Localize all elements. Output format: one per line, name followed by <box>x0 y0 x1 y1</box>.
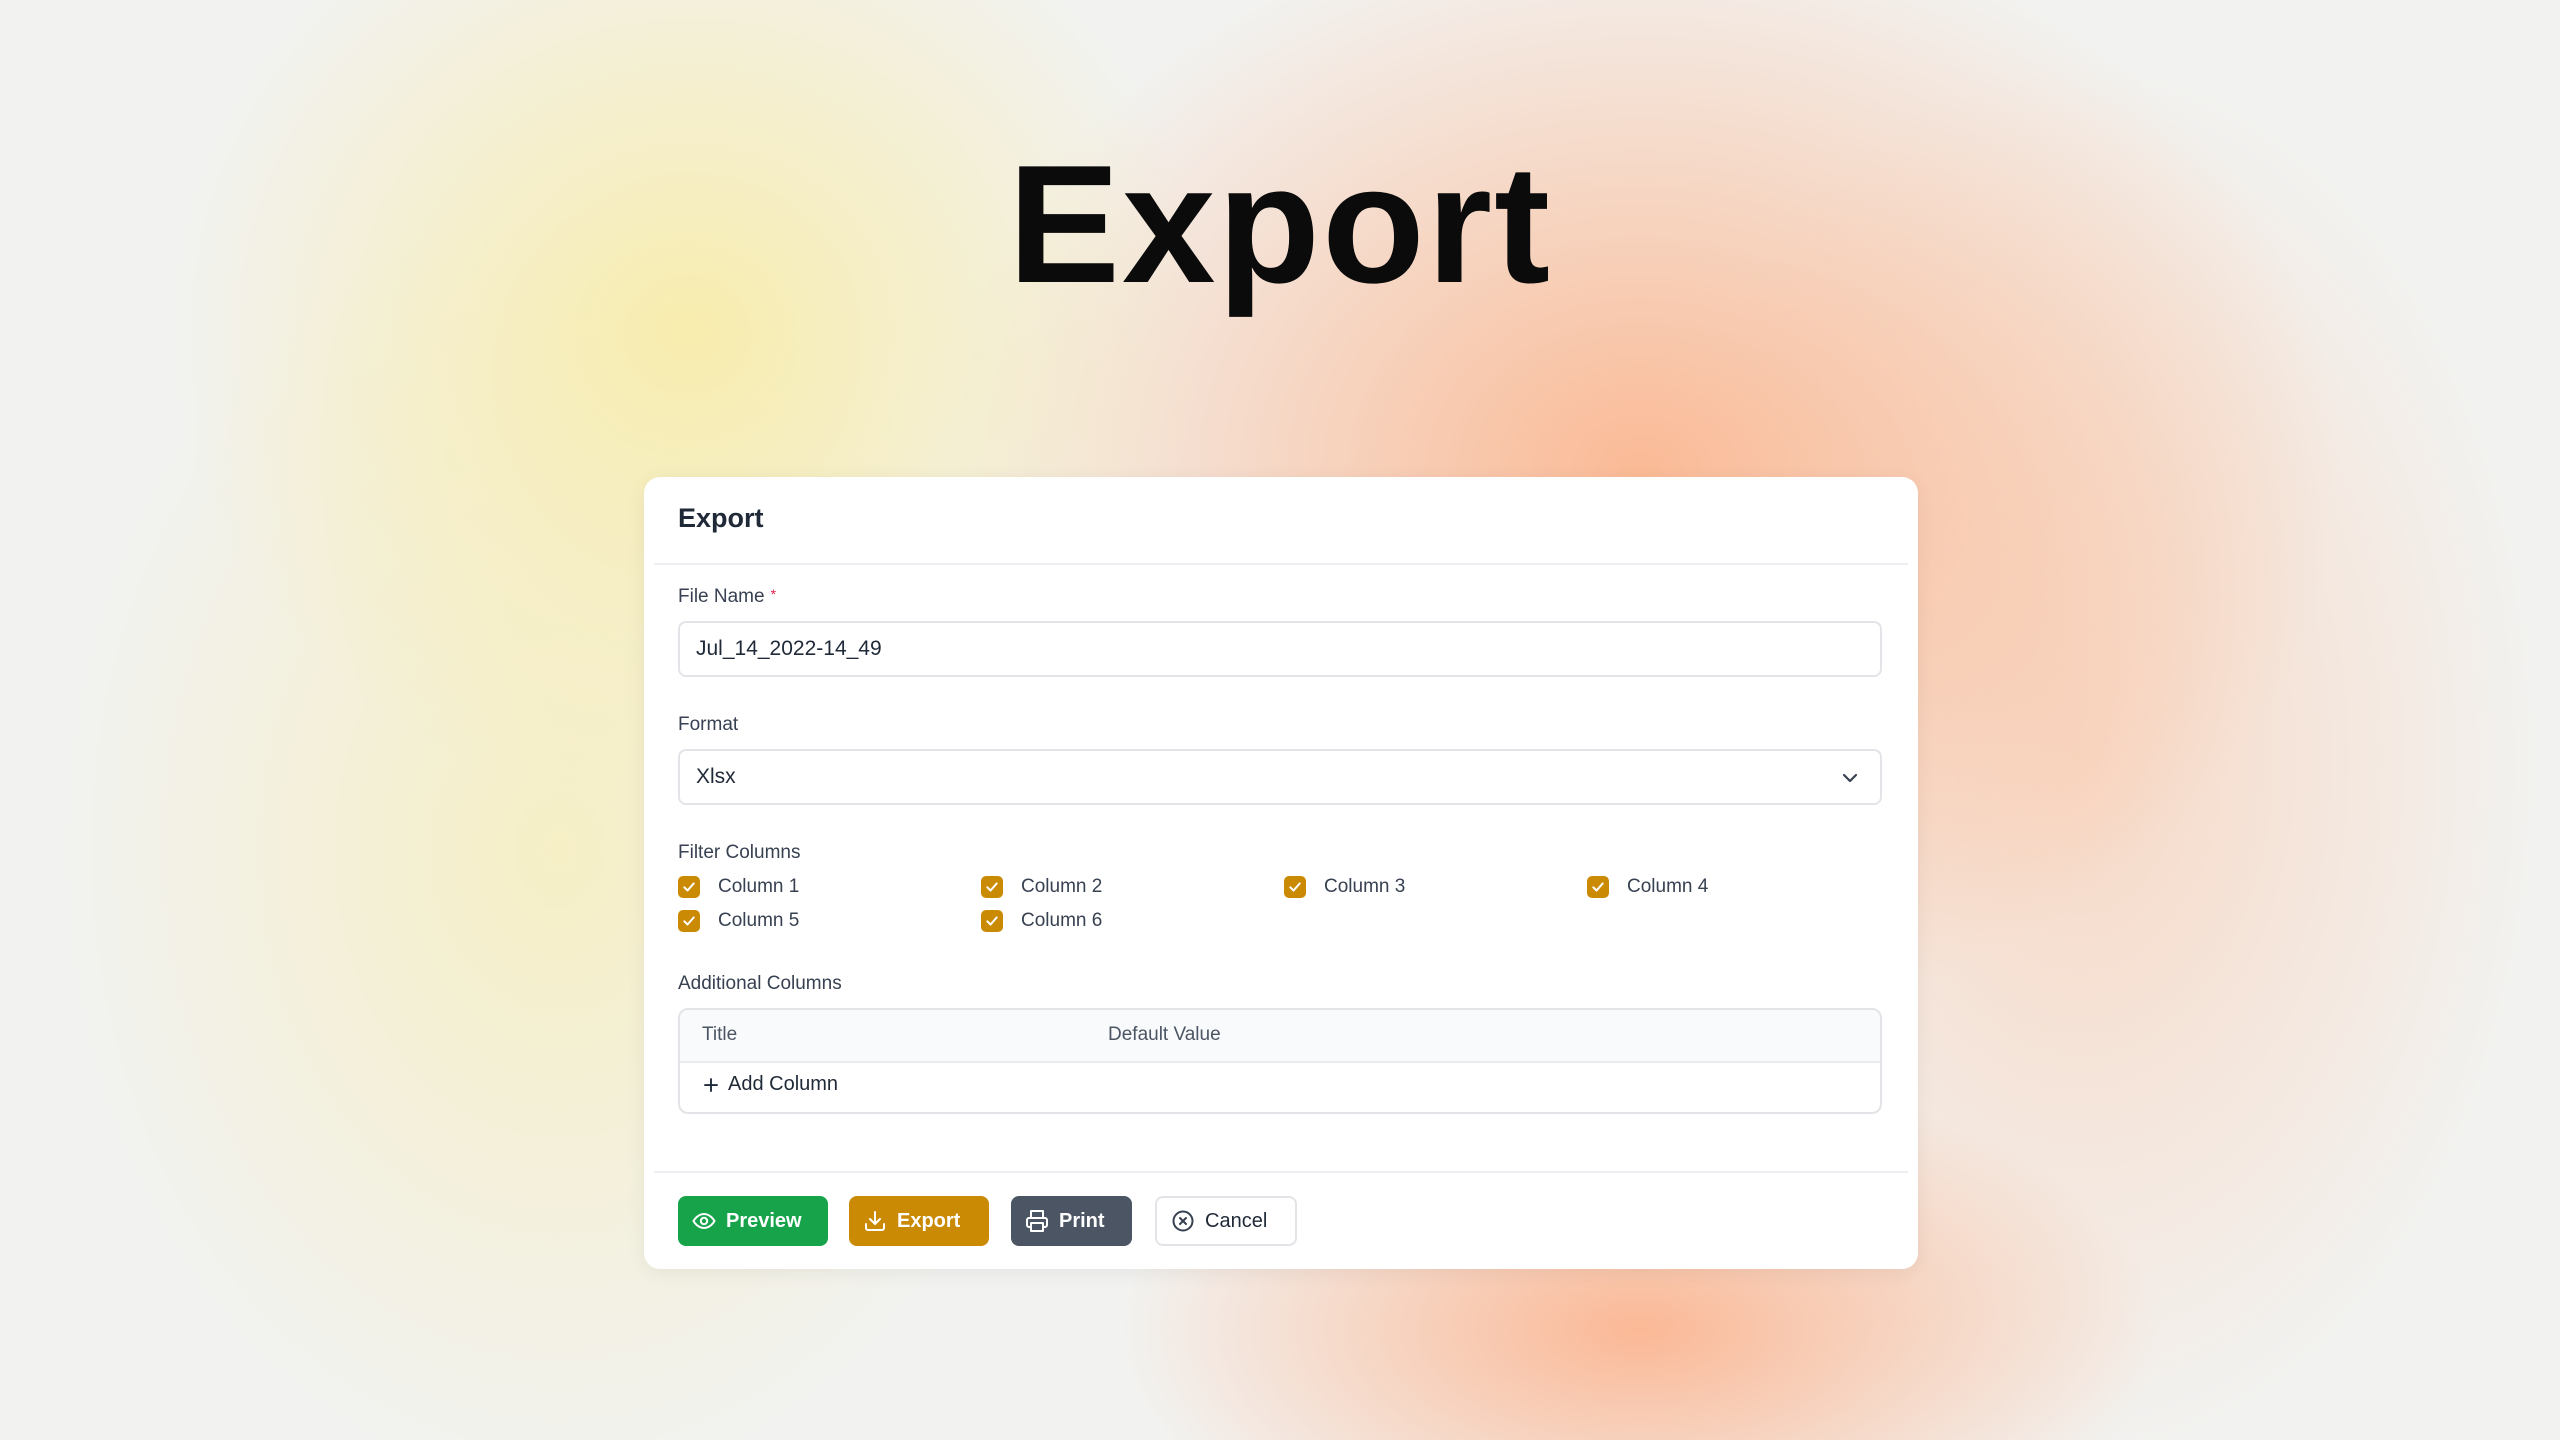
additional-columns-label: Additional Columns <box>678 973 842 994</box>
check-icon[interactable] <box>981 876 1003 898</box>
checkbox-label: Column 5 <box>718 910 800 931</box>
footer-divider <box>654 1171 1908 1173</box>
column-header-title: Title <box>702 1024 738 1045</box>
file-name-input[interactable]: Jul_14_2022-14_49 <box>678 621 1882 677</box>
close-circle-icon <box>1172 1210 1194 1232</box>
checkbox-label: Column 4 <box>1627 876 1709 897</box>
plus-icon <box>704 1077 718 1092</box>
check-icon[interactable] <box>1284 876 1306 898</box>
preview-button[interactable]: Preview <box>678 1196 828 1246</box>
add-column-button[interactable]: Add Column <box>702 1073 838 1096</box>
file-name-label: File Name * <box>678 586 776 608</box>
file-name-label-text: File Name <box>678 586 765 607</box>
cancel-label: Cancel <box>1205 1209 1268 1232</box>
filter-columns-label: Filter Columns <box>678 842 801 863</box>
checkbox-column-6[interactable]: Column 6 <box>981 910 1102 932</box>
checkbox-label: Column 6 <box>1021 910 1103 931</box>
checkbox-column-5[interactable]: Column 5 <box>678 910 799 932</box>
checkbox-column-3[interactable]: Column 3 <box>1284 876 1405 898</box>
print-button[interactable]: Print <box>1011 1196 1132 1246</box>
check-icon[interactable] <box>1587 876 1609 898</box>
check-icon[interactable] <box>678 876 700 898</box>
format-label: Format <box>678 714 739 735</box>
export-button[interactable]: Export <box>849 1196 989 1246</box>
checkbox-label: Column 3 <box>1324 876 1406 897</box>
cancel-button[interactable]: Cancel <box>1155 1196 1297 1246</box>
checkbox-column-1[interactable]: Column 1 <box>678 876 799 898</box>
file-name-value: Jul_14_2022-14_49 <box>696 637 882 660</box>
checkbox-column-4[interactable]: Column 4 <box>1587 876 1708 898</box>
additional-columns-table: Title Default Value Add Column <box>678 1008 1882 1114</box>
table-header-row: Title Default Value <box>680 1010 1880 1063</box>
format-select[interactable]: Xlsx <box>678 749 1882 805</box>
download-icon <box>865 1211 885 1231</box>
printer-icon <box>1026 1210 1048 1232</box>
page-title: Export <box>1007 130 1553 318</box>
column-header-default-value: Default Value <box>1108 1024 1221 1045</box>
preview-label: Preview <box>726 1209 802 1232</box>
print-label: Print <box>1059 1209 1105 1232</box>
export-dialog: Export File Name * Jul_14_2022-14_49 Form… <box>644 477 1918 1269</box>
check-icon[interactable] <box>981 910 1003 932</box>
dialog-header: Export <box>654 477 1908 565</box>
format-selected-value: Xlsx <box>696 765 736 788</box>
add-column-label: Add Column <box>728 1073 839 1095</box>
check-icon[interactable] <box>678 910 700 932</box>
dialog-title: Export <box>678 503 764 533</box>
required-marker: * <box>770 586 777 602</box>
checkbox-label: Column 2 <box>1021 876 1103 897</box>
checkbox-label: Column 1 <box>718 876 800 897</box>
export-label: Export <box>897 1209 961 1232</box>
eye-icon <box>692 1213 716 1229</box>
chevron-down-icon <box>1842 773 1858 783</box>
checkbox-column-2[interactable]: Column 2 <box>981 876 1102 898</box>
